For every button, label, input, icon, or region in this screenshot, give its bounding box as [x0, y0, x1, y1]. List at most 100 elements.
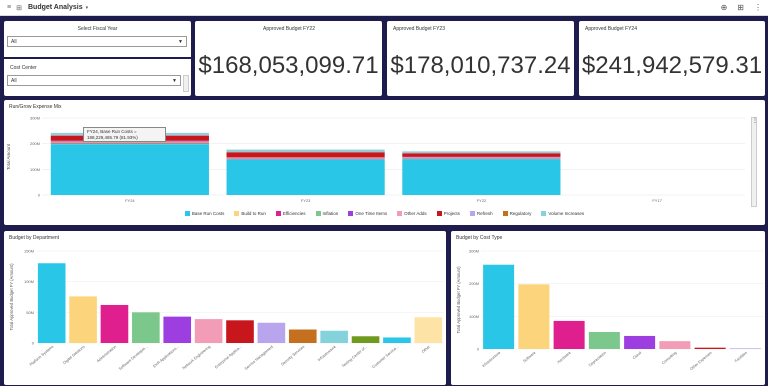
- bar-segment: [402, 158, 561, 159]
- legend-swatch: [436, 211, 442, 216]
- add-icon[interactable]: ⊕: [721, 3, 728, 12]
- scrollbar[interactable]: [183, 75, 189, 92]
- x-tick-label: FY22: [477, 198, 487, 203]
- bar: [132, 312, 160, 343]
- legend-swatch: [184, 211, 190, 216]
- bar-segment: [402, 153, 561, 157]
- legend-label: Projects: [443, 211, 460, 216]
- scrollbar[interactable]: [751, 117, 757, 207]
- bar: [320, 330, 348, 343]
- bar: [518, 284, 550, 349]
- y-tick-label: 0: [477, 347, 480, 352]
- run-grow-chart[interactable]: Total Amount 300M 200M 100M 0 FY24 FY23 FY22 FY1…: [4, 100, 765, 208]
- x-tick-label: Software: [522, 351, 536, 364]
- legend-item[interactable]: One Time Items: [348, 211, 387, 216]
- bar: [163, 316, 192, 343]
- x-tick-label: Administration: [96, 345, 117, 364]
- x-tick-label: Testing Center of...: [341, 345, 368, 369]
- legend-swatch: [397, 211, 403, 216]
- kpi-title: Approved Budget FY22: [263, 26, 315, 32]
- y-axis-label: Total Amount: [6, 143, 11, 170]
- y-tick-label: 0: [32, 341, 35, 346]
- bar: [69, 296, 97, 343]
- x-tick-label: FY24: [125, 198, 135, 203]
- x-tick-label: Software Developm...: [118, 345, 148, 371]
- bar-segment: [226, 149, 385, 152]
- legend-item[interactable]: Volume Increases: [541, 211, 584, 216]
- x-tick-label: Other Expenses: [689, 351, 713, 372]
- x-tick-label: Infrastructure: [317, 345, 337, 362]
- cost-center-value: All: [11, 78, 17, 84]
- y-tick-label: 0: [38, 193, 41, 198]
- bar-segment: [50, 142, 209, 144]
- bar: [694, 347, 726, 349]
- bar: [100, 304, 129, 343]
- bar: [414, 317, 443, 343]
- legend-item[interactable]: Refresh: [469, 211, 493, 216]
- legend-item[interactable]: Build to Run: [234, 211, 266, 216]
- legend-swatch: [315, 211, 321, 216]
- run-grow-chart-panel: Run/Grow Expense Mix Total Amount 300M 200…: [4, 100, 765, 225]
- x-tick-label: Depreciation: [588, 351, 607, 368]
- legend-swatch: [541, 211, 547, 216]
- bar: [553, 320, 585, 349]
- kpi-value: $168,053,099.71: [198, 52, 379, 79]
- bar: [483, 264, 515, 349]
- legend-label: Volume Increases: [548, 211, 585, 216]
- x-tick-label: Digital Solutions: [62, 345, 86, 366]
- legend-label: Build to Run: [241, 211, 266, 216]
- chevron-down-icon: ▼: [178, 39, 183, 45]
- legend-swatch: [502, 211, 508, 216]
- kpi-title: Approved Budget FY24: [585, 26, 637, 32]
- fiscal-year-select[interactable]: All ▼: [7, 36, 187, 47]
- legend-label: Regulatory: [509, 211, 532, 216]
- legend-item[interactable]: Efficiencies: [275, 211, 306, 216]
- x-tick-label: Other: [421, 344, 431, 354]
- x-tick-label: Network Engineering: [182, 345, 212, 371]
- legend-item[interactable]: Projects: [436, 211, 460, 216]
- y-tick-label: 200M: [469, 281, 479, 286]
- legend-label: Other Adds: [404, 211, 427, 216]
- bar-segment: [402, 159, 561, 195]
- chart-legend: Base Run Costs Build to Run Efficiencies In…: [4, 211, 765, 216]
- y-axis-label: Total Approved Budget FY (Amount): [456, 266, 461, 334]
- bar: [383, 337, 411, 343]
- y-tick-label: 100M: [24, 279, 34, 284]
- bar-segment: [402, 151, 561, 153]
- cost-type-chart[interactable]: Total Approved Budget FY (Amount) 300M 200…: [451, 231, 765, 385]
- bar-segment: [402, 156, 561, 158]
- bar: [729, 348, 761, 349]
- y-axis-label: Total Approved Budget FY (Amount): [9, 263, 14, 331]
- kpi-value: $241,942,579.31: [581, 52, 763, 79]
- legend-item[interactable]: Base Run Costs: [184, 211, 224, 216]
- cost-center-select[interactable]: All ▼: [7, 75, 181, 86]
- bar-segment: [50, 144, 209, 195]
- bar-segment: [402, 157, 561, 159]
- more-options-icon[interactable]: ⋮: [752, 117, 758, 124]
- kpi-title: Approved Budget FY23: [393, 26, 445, 32]
- legend-label: Efficiencies: [282, 211, 306, 216]
- kpi-card-fy24: Approved Budget FY24 $241,942,579.31: [579, 21, 765, 96]
- grid-icon[interactable]: ⊞: [14, 4, 24, 12]
- kpi-value: $178,010,737.24: [390, 52, 571, 79]
- bar-segment: [226, 157, 385, 158]
- more-options-icon[interactable]: ⋮: [754, 3, 762, 12]
- legend-item[interactable]: Regulatory: [502, 211, 532, 216]
- kpi-card-fy22: Approved Budget FY22 $168,053,099.71: [195, 21, 382, 96]
- x-tick-label: Infrastructure: [482, 351, 502, 368]
- chevron-down-icon[interactable]: ▾: [86, 5, 89, 11]
- x-tick-label: Hardware: [557, 351, 572, 365]
- department-chart[interactable]: Total Approved Budget FY (Amount) 150M 100…: [4, 231, 446, 385]
- fiscal-year-value: All: [11, 39, 17, 45]
- bar: [288, 329, 317, 343]
- bar: [194, 319, 223, 343]
- department-chart-panel: Budget by Department Total Approved Budg…: [4, 231, 446, 385]
- share-icon[interactable]: ⊞: [737, 3, 744, 12]
- bar: [257, 322, 286, 343]
- legend-item[interactable]: Other Adds: [397, 211, 427, 216]
- menu-icon[interactable]: ≡: [4, 4, 14, 11]
- legend-swatch: [275, 211, 281, 216]
- legend-item[interactable]: Inflation: [315, 211, 338, 216]
- bar-segment: [226, 152, 385, 158]
- chart-tooltip: FY24, Base Run Costs = 198,229,485.79 (8…: [83, 127, 166, 142]
